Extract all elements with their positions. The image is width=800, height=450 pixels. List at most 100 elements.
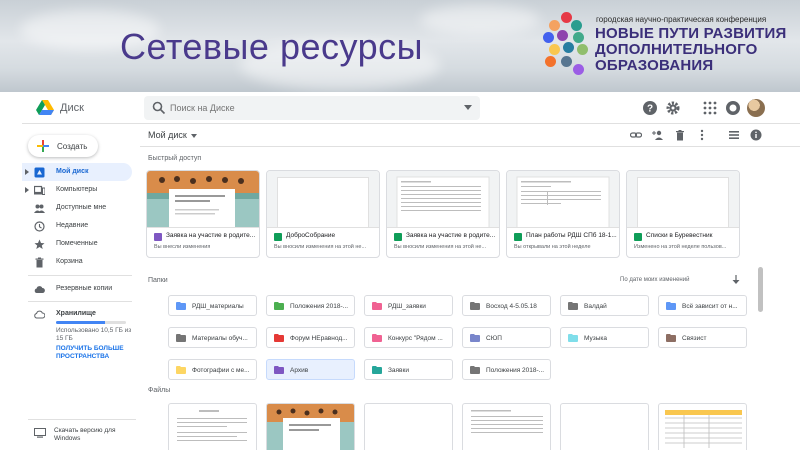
upgrade-storage-link[interactable]: ПОЛУЧИТЬ БОЛЬШЕ ПРОСТРАНСТВА xyxy=(56,345,136,361)
folder-icon xyxy=(274,302,284,310)
sidebar-item-recent[interactable]: Недавние xyxy=(22,217,132,235)
sidebar-item-backups[interactable]: Резервные копии xyxy=(22,280,132,298)
slide-title: Сетевые ресурсы xyxy=(120,26,423,67)
file-card[interactable] xyxy=(658,403,747,450)
folder-name: Заявки xyxy=(388,367,409,374)
top-bar: Диск ? xyxy=(22,92,800,124)
folder-name: Музыка xyxy=(584,335,607,342)
file-card[interactable] xyxy=(462,403,551,450)
folder-item[interactable]: Связист xyxy=(658,327,747,348)
folder-item[interactable]: Положения 2018-... xyxy=(266,295,355,316)
form-icon xyxy=(154,233,162,241)
search-bar[interactable] xyxy=(144,96,480,120)
folder-name: Восход 4-5.05.18 xyxy=(486,303,537,310)
sidebar-item-trash[interactable]: Корзина xyxy=(22,253,132,271)
search-input[interactable] xyxy=(170,99,450,117)
arrow-down-icon[interactable] xyxy=(732,275,740,284)
folder-item[interactable]: СЮП xyxy=(462,327,551,348)
logo-dot xyxy=(563,42,574,53)
logo-dot xyxy=(549,44,560,55)
folder-item[interactable]: Восход 4-5.05.18 xyxy=(462,295,551,316)
quick-access-card[interactable]: ДоброСобрание Вы вносили изменения на эт… xyxy=(266,170,380,258)
logo-dot xyxy=(561,56,572,67)
folder-name: Архив xyxy=(290,367,309,374)
storage-label[interactable]: Хранилище xyxy=(56,310,96,317)
sidebar-item-starred[interactable]: Помеченные xyxy=(22,235,132,253)
file-activity: Вы открывали на этой неделе xyxy=(514,244,591,250)
form-banner-image xyxy=(147,171,259,227)
apps-grid-icon[interactable] xyxy=(702,100,718,116)
sidebar-item-my-drive[interactable]: Мой диск xyxy=(22,163,132,181)
file-name: ДоброСобрание xyxy=(286,232,336,239)
folder-icon xyxy=(568,334,578,342)
plus-icon xyxy=(37,140,49,152)
toolbar: Мой диск xyxy=(140,125,800,147)
file-card[interactable] xyxy=(266,403,355,450)
folder-item[interactable]: Валдай xyxy=(560,295,649,316)
sidebar-item-label: Помеченные xyxy=(56,240,98,247)
quick-access-card[interactable]: Заявка на участие в родите... Вы вносили… xyxy=(386,170,500,258)
slide-header: Сетевые ресурсы городская научно-практич… xyxy=(0,0,800,92)
file-name: План работы РДШ СПб 18-1... xyxy=(526,232,617,239)
list-view-icon[interactable] xyxy=(728,129,740,141)
folder-item[interactable]: РДШ_материалы xyxy=(168,295,257,316)
help-icon[interactable]: ? xyxy=(642,100,658,116)
folder-item[interactable]: Фотографии с ме... xyxy=(168,359,257,380)
folder-icon xyxy=(372,302,382,310)
quick-access-card[interactable]: Списки в Буревестник Изменено на этой не… xyxy=(626,170,740,258)
folder-item[interactable]: Всё зависит от н... xyxy=(658,295,747,316)
folder-icon xyxy=(176,334,186,342)
folder-item[interactable]: Положения 2018-... xyxy=(462,359,551,380)
drive-window: Диск ? xyxy=(22,92,800,450)
sidebar-item-shared[interactable]: Доступные мне xyxy=(22,199,132,217)
account-circle-icon[interactable] xyxy=(725,100,741,116)
add-person-icon[interactable] xyxy=(652,129,664,141)
file-card[interactable] xyxy=(364,403,453,450)
sort-dropdown[interactable]: По дате моих изменений xyxy=(620,277,689,283)
folder-item[interactable]: Архив xyxy=(266,359,355,380)
folder-item[interactable]: РДШ_заявки xyxy=(364,295,453,316)
spreadsheet-preview-image xyxy=(516,176,610,227)
link-icon[interactable] xyxy=(630,129,642,141)
folder-item[interactable]: Конкурс "Рядом ... xyxy=(364,327,453,348)
logo-line-3: ОБРАЗОВАНИЯ xyxy=(595,57,714,74)
folder-item[interactable]: Музыка xyxy=(560,327,649,348)
create-button[interactable]: Создать xyxy=(28,135,98,157)
folder-item[interactable]: Форум НЕравнод... xyxy=(266,327,355,348)
create-label: Создать xyxy=(57,142,88,151)
search-options-icon[interactable] xyxy=(464,105,472,110)
logo-dot xyxy=(571,20,582,31)
file-thumbnail xyxy=(507,171,619,228)
logo-dot xyxy=(577,44,588,55)
folder-icon xyxy=(274,366,284,374)
file-card[interactable] xyxy=(168,403,257,450)
info-icon[interactable] xyxy=(750,129,762,141)
quick-access-card[interactable]: Заявка на участие в родите... Вы внесли … xyxy=(146,170,260,258)
scrollbar[interactable] xyxy=(758,267,763,312)
trash-icon xyxy=(35,257,44,268)
chevron-down-icon[interactable] xyxy=(191,134,197,138)
gear-icon[interactable] xyxy=(665,100,681,116)
file-card[interactable] xyxy=(560,403,649,450)
main-content: Мой диск Быстрый доступ Заявка на участи… xyxy=(140,125,800,450)
trash-icon[interactable] xyxy=(674,129,686,141)
search-icon[interactable] xyxy=(152,101,166,115)
folder-item[interactable]: Заявки xyxy=(364,359,453,380)
location-dropdown[interactable]: Мой диск xyxy=(148,130,187,140)
folder-icon xyxy=(470,302,480,310)
download-windows-banner[interactable]: Скачать версию для Windows xyxy=(28,419,136,447)
folder-icon xyxy=(372,334,382,342)
file-name: Заявка на участие в родите... xyxy=(166,232,256,239)
expand-arrow-icon[interactable] xyxy=(25,169,29,175)
folder-item[interactable]: Материалы обуч... xyxy=(168,327,257,348)
avatar[interactable] xyxy=(747,99,765,117)
folder-icon xyxy=(568,302,578,310)
sidebar-item-computers[interactable]: Компьютеры xyxy=(22,181,132,199)
drive-logo-icon[interactable] xyxy=(36,100,54,116)
expand-arrow-icon[interactable] xyxy=(25,187,29,193)
folder-icon xyxy=(372,366,382,374)
sidebar-item-label: Компьютеры xyxy=(56,186,98,193)
folder-icon xyxy=(470,334,480,342)
more-vertical-icon[interactable] xyxy=(696,129,708,141)
quick-access-card[interactable]: План работы РДШ СПб 18-1... Вы открывали… xyxy=(506,170,620,258)
